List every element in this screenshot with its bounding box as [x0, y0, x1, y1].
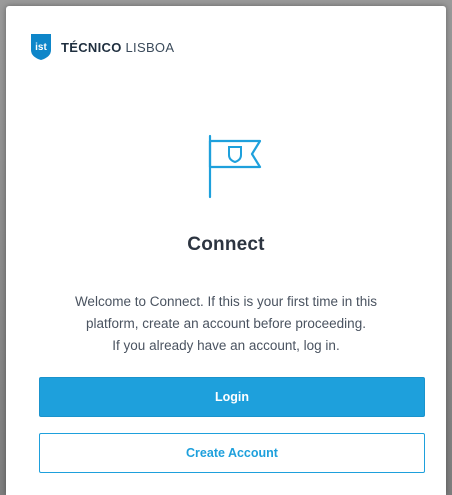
welcome-line-2: platform, create an account before proce… [86, 316, 366, 331]
brand-strong: TÉCNICO [61, 39, 122, 55]
welcome-line-1: Welcome to Connect. If this is your firs… [74, 294, 378, 309]
ist-shield-logo-icon: ist [31, 34, 51, 60]
login-button[interactable]: Login [39, 377, 425, 417]
brand-light: LISBOA [125, 39, 175, 55]
header: ist TÉCNICO LISBOA [30, 32, 174, 62]
create-account-button[interactable]: Create Account [39, 433, 425, 473]
brand-name: TÉCNICO LISBOA [61, 40, 174, 55]
welcome-line-3: If you already have an account, log in. [112, 338, 340, 353]
svg-text:ist: ist [35, 42, 47, 53]
welcome-message: Welcome to Connect. If this is your firs… [36, 291, 416, 357]
page-title: Connect [187, 234, 265, 255]
flag-icon [200, 133, 262, 199]
connect-card: ist TÉCNICO LISBOA Connect Welcome to Co… [6, 6, 446, 495]
